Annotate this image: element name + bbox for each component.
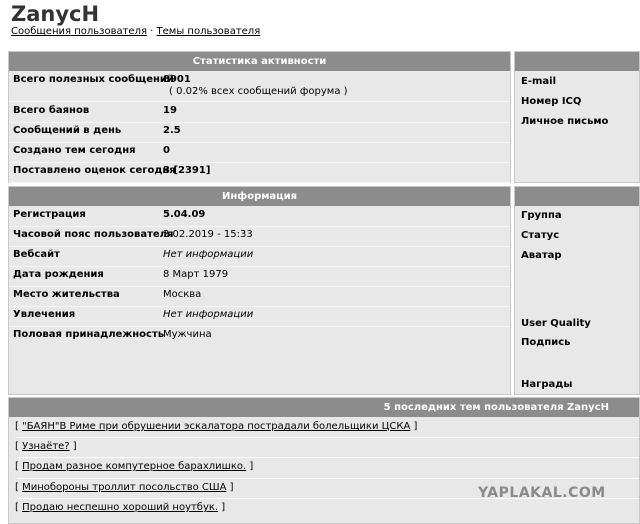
user-posts-link[interactable]: Сообщения пользователя xyxy=(11,26,147,37)
topic-link[interactable]: Продам разное компутерное барахлишко. xyxy=(22,461,246,472)
info-row-interests: Увлечения Нет информации xyxy=(9,306,510,327)
activity-panel: Статистика активности Всего полезных соо… xyxy=(8,51,511,183)
info-value: 5.04.09 xyxy=(163,209,206,220)
user-topics-link[interactable]: Темы пользователя xyxy=(157,26,261,37)
private-message-label: Личное письмо xyxy=(521,116,609,127)
profile-header xyxy=(515,187,639,206)
stat-row-per-day: Сообщений в день 2.5 xyxy=(9,122,510,143)
info-row-location: Место жительства Москва xyxy=(9,286,510,307)
awards-label: Награды xyxy=(521,379,573,390)
group-label: Группа xyxy=(521,210,562,221)
topic-link[interactable]: Минобороны троллит посольство США xyxy=(22,482,226,493)
divider xyxy=(17,457,639,458)
stat-label: Всего полезных сообщений xyxy=(13,74,174,85)
stat-row-posts: Всего полезных сообщений 8901 ( 0.02% вс… xyxy=(9,71,510,102)
profile-panel: Группа Статус Аватар User Quality Подпис… xyxy=(514,186,640,395)
activity-header: Статистика активности xyxy=(9,52,510,71)
breadcrumb: Сообщения пользователя · Темы пользовате… xyxy=(11,26,260,37)
info-label: Половая принадлежность xyxy=(13,329,165,340)
info-label: Часовой пояс пользователя xyxy=(13,229,174,240)
stat-value: 8901 xyxy=(163,74,191,85)
status-label: Статус xyxy=(521,230,560,241)
stat-subvalue: ( 0.02% всех сообщений форума ) xyxy=(169,86,348,97)
icq-label: Номер ICQ xyxy=(521,96,582,107)
stat-value: 2.5 xyxy=(163,125,181,136)
info-panel: Информация Регистрация 5.04.09 Часовой п… xyxy=(8,186,511,395)
stat-label: Создано тем сегодня xyxy=(13,145,136,156)
topic-item: [ Продам разное компутерное барахлишко. … xyxy=(15,461,254,472)
info-label: Дата рождения xyxy=(13,269,104,280)
email-label: E-mail xyxy=(521,76,557,87)
signature-label: Подпись xyxy=(521,337,571,348)
stat-label: Всего баянов xyxy=(13,105,90,116)
latest-topics-panel: 5 последних тем пользователя ZanycH [ "Б… xyxy=(8,397,640,524)
topic-link[interactable]: Узнаёте? xyxy=(22,441,70,452)
info-value: Нет информации xyxy=(163,309,254,320)
info-label: Место жительства xyxy=(13,289,120,300)
contact-header xyxy=(515,52,639,71)
stat-value: 3 [2391] xyxy=(163,165,211,176)
stat-row-ratings-today: Поставлено оценок сегодня 3 [2391] xyxy=(9,162,510,183)
topic-item: [ Узнаёте? ] xyxy=(15,441,77,452)
stat-row-bayans: Всего баянов 19 xyxy=(9,102,510,123)
info-label: Увлечения xyxy=(13,309,76,320)
avatar-label: Аватар xyxy=(521,250,562,261)
breadcrumb-separator: · xyxy=(150,26,154,37)
info-value: Нет информации xyxy=(163,249,254,260)
info-header: Информация xyxy=(9,187,510,206)
info-row-birthday: Дата рождения 8 Март 1979 xyxy=(9,266,510,287)
page-title: ZanycH xyxy=(11,2,100,26)
info-row-registration: Регистрация 5.04.09 xyxy=(9,206,510,227)
stat-row-topics-today: Создано тем сегодня 0 xyxy=(9,142,510,163)
info-row-timezone: Часовой пояс пользователя 3.02.2019 - 15… xyxy=(9,226,510,247)
divider xyxy=(17,437,639,438)
latest-topics-header: 5 последних тем пользователя ZanycH xyxy=(9,398,639,417)
topic-link[interactable]: Продаю неспешно хороший ноутбук. xyxy=(22,502,218,513)
stat-label: Сообщений в день xyxy=(13,125,122,136)
info-value: Москва xyxy=(163,289,202,300)
info-row-website: Вебсайт Нет информации xyxy=(9,246,510,267)
contact-panel: E-mail Номер ICQ Личное письмо xyxy=(514,51,640,183)
topic-item: [ "БАЯН"В Риме при обрушении эскалатора … xyxy=(15,421,418,432)
divider xyxy=(17,478,639,479)
stat-label: Поставлено оценок сегодня xyxy=(13,165,176,176)
info-label: Регистрация xyxy=(13,209,86,220)
info-value: 8 Март 1979 xyxy=(163,269,229,280)
info-value: 3.02.2019 - 15:33 xyxy=(163,229,253,240)
info-label: Вебсайт xyxy=(13,249,60,260)
stat-value: 19 xyxy=(163,105,177,116)
topic-item: [ Продаю неспешно хороший ноутбук. ] xyxy=(15,502,226,513)
site-watermark: YAPLAKAL.COM xyxy=(478,485,606,501)
info-value: Мужчина xyxy=(163,329,212,340)
stat-value: 0 xyxy=(163,145,170,156)
info-row-gender: Половая принадлежность Мужчина xyxy=(9,326,510,346)
topic-item: [ Минобороны троллит посольство США ] xyxy=(15,482,234,493)
topic-link[interactable]: "БАЯН"В Риме при обрушении эскалатора по… xyxy=(22,421,410,432)
user-quality-label: User Quality xyxy=(521,318,591,329)
